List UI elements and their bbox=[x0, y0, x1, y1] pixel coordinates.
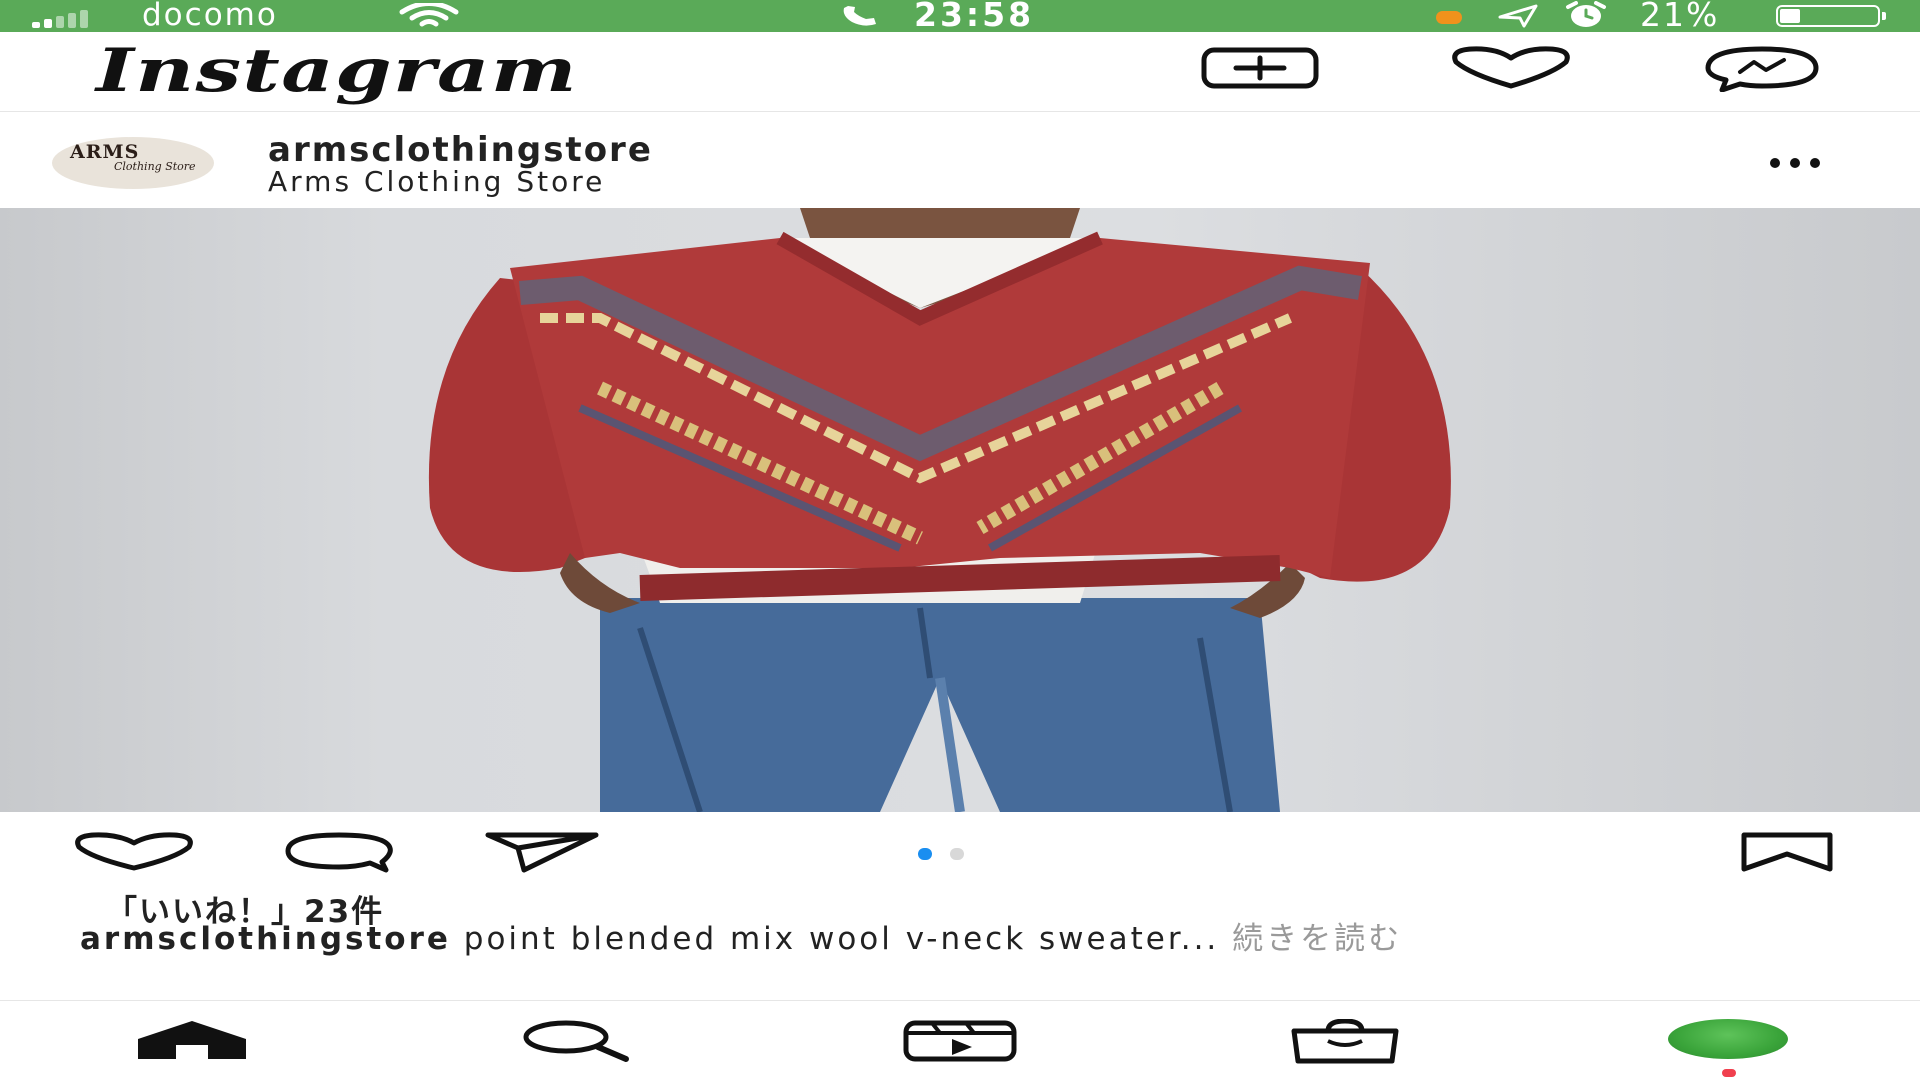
like-icon[interactable] bbox=[72, 832, 196, 872]
save-icon[interactable] bbox=[1740, 832, 1834, 872]
store-avatar[interactable]: ARMS Clothing Store bbox=[52, 137, 214, 189]
new-post-icon[interactable] bbox=[1200, 46, 1320, 90]
home-icon[interactable] bbox=[134, 1019, 250, 1061]
more-options-icon[interactable] bbox=[1770, 158, 1820, 168]
search-icon[interactable] bbox=[518, 1019, 634, 1063]
profile-avatar[interactable] bbox=[1668, 1019, 1788, 1059]
app-header: Instagram bbox=[0, 32, 1920, 112]
post-header: ARMS Clothing Store armsclothingstore Ar… bbox=[0, 113, 1920, 208]
battery-percent: 21% bbox=[1640, 0, 1720, 34]
carousel-dot bbox=[950, 848, 964, 860]
comment-icon[interactable] bbox=[282, 832, 396, 874]
wifi-icon bbox=[399, 3, 459, 27]
status-bar: docomo 23:58 21% bbox=[0, 0, 1920, 32]
reels-icon[interactable] bbox=[902, 1019, 1018, 1063]
clock: 23:58 bbox=[914, 0, 1035, 34]
signal-icon bbox=[32, 10, 88, 28]
share-icon[interactable] bbox=[484, 832, 600, 874]
location-icon bbox=[1498, 4, 1538, 28]
post-location[interactable]: Arms Clothing Store bbox=[268, 165, 605, 198]
heart-icon[interactable] bbox=[1450, 46, 1572, 90]
avatar-sub-text: Clothing Store bbox=[114, 160, 196, 173]
battery-icon bbox=[1776, 5, 1886, 27]
post-image[interactable] bbox=[0, 208, 1920, 812]
instagram-logo[interactable]: Instagram bbox=[96, 36, 578, 106]
carrier-name: docomo bbox=[142, 0, 278, 33]
messenger-icon[interactable] bbox=[1704, 46, 1820, 92]
carousel-dot bbox=[918, 848, 932, 860]
shop-icon[interactable] bbox=[1288, 1019, 1402, 1065]
phone-icon bbox=[843, 6, 876, 26]
post-caption: armsclothingstore point blended mix wool… bbox=[80, 921, 1840, 957]
bottom-navigation bbox=[0, 1000, 1920, 1080]
caption-username[interactable]: armsclothingstore bbox=[80, 921, 451, 957]
post-username[interactable]: armsclothingstore bbox=[268, 130, 653, 170]
sweater-photo bbox=[428, 208, 1451, 812]
caption-text: point blended mix wool v-neck sweater... bbox=[450, 921, 1220, 957]
alarm-icon bbox=[1566, 1, 1606, 27]
carousel-indicator bbox=[918, 848, 964, 860]
profile-notification-dot bbox=[1722, 1069, 1736, 1077]
read-more-link[interactable]: 続きを読む bbox=[1219, 921, 1402, 957]
recording-dot bbox=[1436, 11, 1462, 24]
